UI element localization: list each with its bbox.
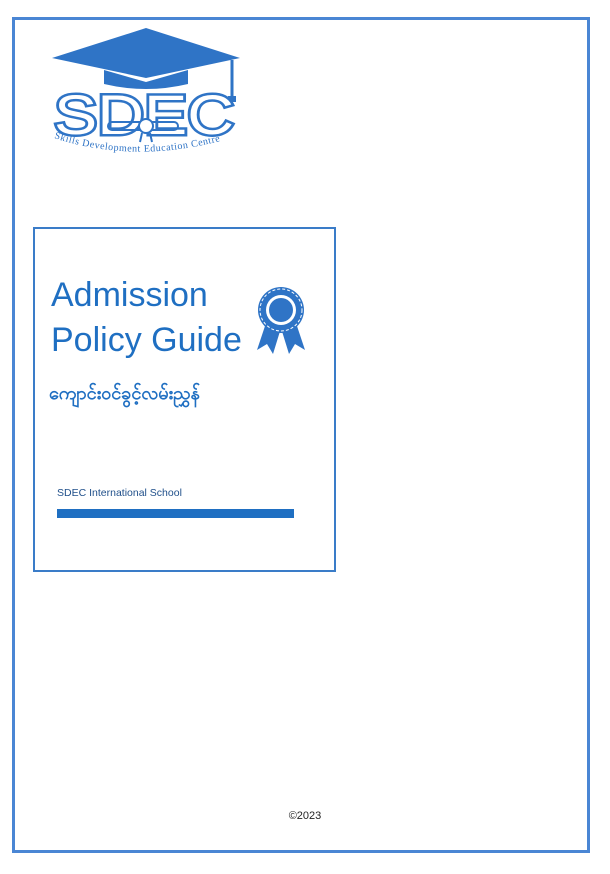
title-line-2: Policy Guide — [51, 321, 242, 359]
cover-panel: Admission Policy Guide ကျောင်းဝင်ခွင့်လမ… — [33, 227, 336, 572]
sdec-logo: SDEC Skills Development Education Centre — [52, 28, 240, 155]
copyright-notice: ©2023 — [288, 810, 322, 822]
myanmar-title: ကျောင်းဝင်ခွင့်လမ်းညွှန် — [49, 383, 200, 404]
document-title: Admission Policy Guide — [51, 273, 242, 363]
accent-bar — [57, 509, 294, 518]
school-name: SDEC International School — [57, 487, 182, 499]
title-line-1: Admission — [51, 276, 208, 314]
ribbon-award-icon — [257, 287, 305, 354]
